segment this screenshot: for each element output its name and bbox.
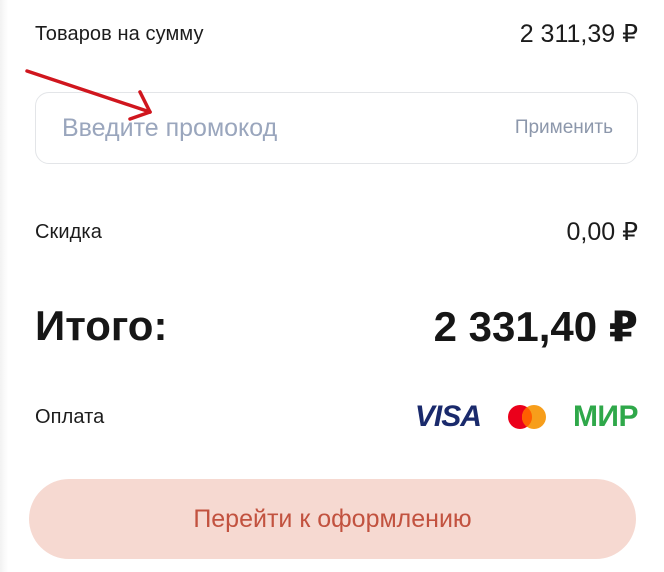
apply-promo-button[interactable]: Применить [509, 116, 637, 140]
total-row: Итого: 2 331,40 ₽ [35, 296, 638, 356]
subtotal-row: Товаров на сумму 2 311,39 ₽ [35, 14, 638, 54]
mastercard-icon [507, 405, 546, 429]
discount-row: Скидка 0,00 ₽ [35, 212, 638, 252]
promo-code-input[interactable] [36, 92, 509, 164]
checkout-button[interactable]: Перейти к оформлению [29, 479, 636, 559]
discount-value: 0,00 ₽ [566, 218, 638, 246]
total-label: Итого: [35, 302, 168, 349]
visa-icon: VISA [414, 400, 482, 433]
payment-methods: VISA МИР [414, 400, 639, 434]
total-value: 2 331,40 ₽ [433, 302, 638, 350]
promo-code-field[interactable]: Применить [35, 92, 638, 164]
order-summary: Товаров на сумму 2 311,39 ₽ Применить Ск… [0, 0, 664, 572]
subtotal-label: Товаров на сумму [35, 22, 204, 45]
subtotal-value: 2 311,39 ₽ [519, 20, 638, 48]
discount-label: Скидка [35, 220, 102, 243]
mir-icon: МИР [572, 400, 639, 433]
payment-label: Оплата [35, 405, 105, 428]
payment-row: Оплата VISA МИР [35, 395, 639, 439]
left-edge-shadow [0, 0, 8, 572]
